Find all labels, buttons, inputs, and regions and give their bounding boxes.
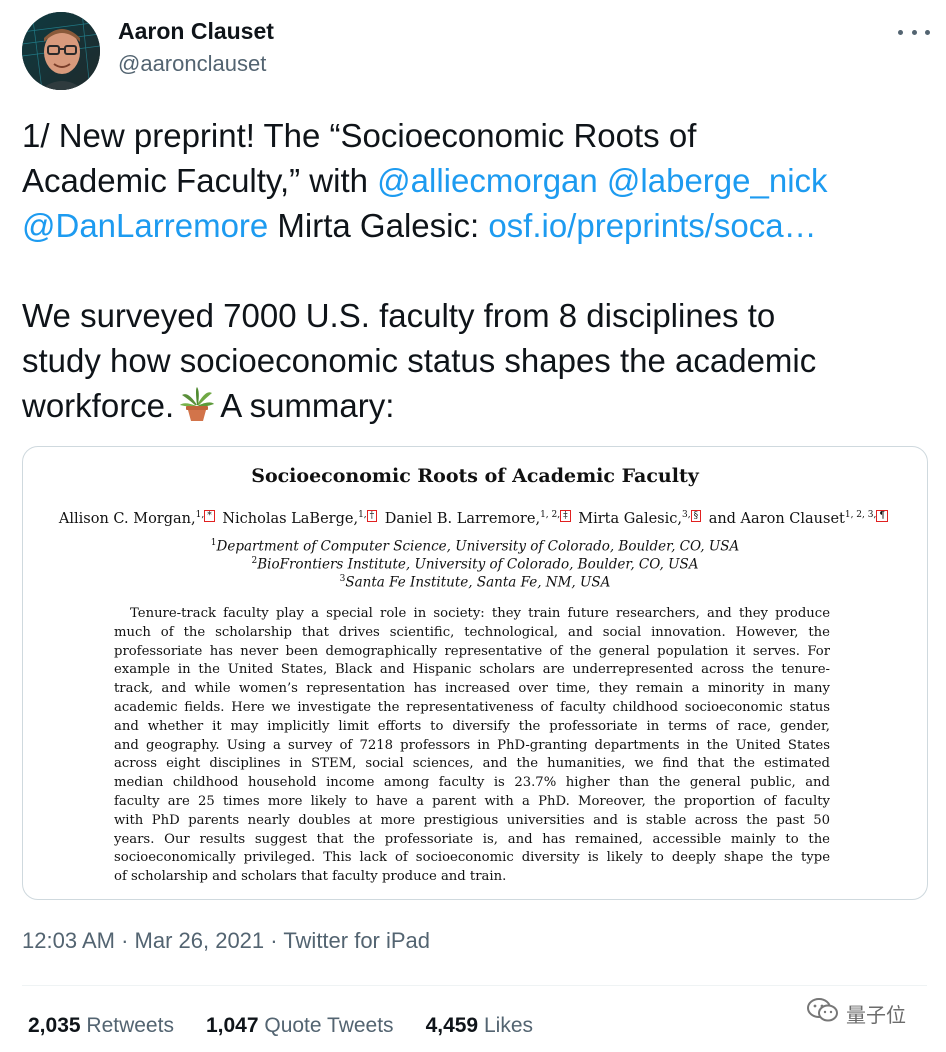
- likes-label: Likes: [483, 1014, 533, 1037]
- abstract-line: and whether it may implicitly limit effo…: [114, 718, 830, 734]
- abstract-line: and geography. Using a survey of 7218 pr…: [114, 737, 830, 753]
- abstract-line: across eight disciplines in STEM, social…: [114, 756, 830, 772]
- paper-author: Nicholas LaBerge,: [222, 511, 359, 527]
- author-affil-sup: 1, 2, 3,: [844, 510, 877, 521]
- tweet-line: @DanLarremore Mirta Galesic: osf.io/prep…: [22, 203, 927, 248]
- footnote-mark: *: [204, 510, 215, 522]
- tweet-meta: 12:03 AM · Mar 26, 2021 · Twitter for iP…: [22, 928, 430, 954]
- abstract-line: Tenure-track faculty play a special role…: [130, 606, 830, 621]
- footnote-mark: ‡: [560, 510, 571, 522]
- wechat-icon: [806, 996, 840, 1030]
- meta-separator: ·: [114, 928, 135, 953]
- quote-tweets-label: Quote Tweets: [264, 1014, 394, 1037]
- watermark: 量子位: [806, 996, 906, 1030]
- abstract-line: professoriate has never been demographic…: [114, 643, 830, 659]
- tweet-source[interactable]: Twitter for iPad: [283, 928, 430, 953]
- footnote-mark: §: [690, 510, 702, 522]
- tweet-line: workforce. A summary:: [22, 383, 927, 428]
- potted-plant-icon: [178, 385, 216, 423]
- mention-link[interactable]: @laberge_nick: [607, 162, 828, 199]
- abstract-line: socioeconomically privileged. This lack …: [114, 850, 830, 866]
- paper-author: and Aaron Clauset: [708, 511, 845, 527]
- abstract-line: median childhood household income among …: [114, 775, 830, 791]
- abstract-line: academic fields. Here we investigate the…: [114, 699, 830, 715]
- affil-text: Department of Computer Science, Universi…: [216, 538, 740, 555]
- paper-image: Socioeconomic Roots of Academic Faculty …: [23, 447, 927, 899]
- quote-tweets-stat[interactable]: 1,047 Quote Tweets: [206, 1014, 394, 1038]
- paper-affiliation: 2BioFrontiers Institute, University of C…: [23, 556, 927, 573]
- paper-author: Mirta Galesic,: [578, 511, 682, 527]
- tweet-text-segment: Academic Faculty,” with: [22, 162, 378, 199]
- author-handle[interactable]: @aaronclauset: [118, 51, 266, 77]
- author-affil-sup: 1, 2,: [540, 510, 561, 521]
- abstract-line: years. Our results suggest that the prof…: [114, 831, 830, 847]
- author-affil-sup: 1,: [358, 510, 367, 521]
- quote-tweets-count: 1,047: [205, 1014, 259, 1037]
- abstract-line: faculty are 25 times more likely to have…: [114, 793, 830, 809]
- tweet-text-segment: Mirta Galesic:: [268, 207, 489, 244]
- paper-affiliation: 1Department of Computer Science, Univers…: [23, 538, 927, 555]
- paper-authors: Allison C. Morgan,1, * Nicholas LaBerge,1…: [23, 510, 927, 527]
- tweet-line: Academic Faculty,” with @alliecmorgan @l…: [22, 158, 927, 203]
- tweet-page: Aaron Clauset @aaronclauset 1/ New prepr…: [0, 0, 946, 1052]
- preprint-link[interactable]: osf.io/preprints/soca…: [488, 207, 816, 244]
- retweets-count: 2,035: [28, 1014, 81, 1037]
- paper-author: Daniel B. Larremore,: [384, 511, 541, 527]
- more-options-icon[interactable]: [898, 22, 930, 42]
- tweet-text-segment: A summary:: [220, 387, 395, 424]
- affil-text: Santa Fe Institute, Santa Fe, NM, USA: [345, 574, 611, 591]
- footnote-mark: ¶: [876, 510, 889, 522]
- abstract-line: track, and while women’s representation …: [114, 681, 830, 697]
- paper-affiliation: 3Santa Fe Institute, Santa Fe, NM, USA: [23, 574, 927, 591]
- paper-author: Allison C. Morgan,: [58, 511, 196, 527]
- retweets-label: Retweets: [86, 1014, 174, 1037]
- likes-stat[interactable]: 4,459 Likes: [426, 1014, 533, 1038]
- tweet-line: study how socioeconomic status shapes th…: [22, 342, 817, 379]
- abstract-line: of scholarship and scholars that faculty…: [114, 869, 507, 885]
- divider: [22, 985, 927, 986]
- author-name[interactable]: Aaron Clauset: [118, 18, 274, 45]
- tweet-text: 1/ New preprint! The “Socioeconomic Root…: [22, 113, 927, 428]
- tweet-line: We surveyed 7000 U.S. faculty from 8 dis…: [22, 297, 776, 334]
- abstract-line: with PhD parents nearly doubles at more …: [114, 812, 830, 828]
- footnote-mark: †: [366, 510, 378, 522]
- media-card[interactable]: Socioeconomic Roots of Academic Faculty …: [22, 446, 928, 900]
- watermark-text: 量子位: [846, 1004, 906, 1027]
- affil-text: BioFrontiers Institute, University of Co…: [257, 556, 699, 573]
- avatar[interactable]: [22, 12, 100, 90]
- paper-title: Socioeconomic Roots of Academic Faculty: [251, 465, 699, 487]
- tweet-stats: 2,035 Retweets 1,047 Quote Tweets 4,459 …: [28, 1014, 533, 1038]
- retweets-stat[interactable]: 2,035 Retweets: [28, 1014, 174, 1038]
- meta-separator: ·: [264, 928, 284, 953]
- mention-link[interactable]: @DanLarremore: [22, 207, 268, 244]
- author-affil-sup: 1,: [195, 510, 205, 521]
- tweet-time[interactable]: 12:03 AM: [22, 928, 115, 953]
- mention-link[interactable]: @alliecmorgan: [377, 162, 598, 199]
- paper-abstract: Tenure-track faculty play a special role…: [114, 605, 830, 887]
- tweet-date[interactable]: Mar 26, 2021: [135, 928, 265, 953]
- tweet-text-segment: workforce.: [22, 387, 175, 424]
- tweet-line: 1/ New preprint! The “Socioeconomic Root…: [22, 117, 697, 154]
- abstract-line: much of the scholarship that drives scie…: [114, 624, 830, 640]
- abstract-line: example in the United States, Black and …: [114, 662, 830, 678]
- likes-count: 4,459: [425, 1014, 479, 1037]
- author-affil-sup: 3,: [681, 510, 691, 521]
